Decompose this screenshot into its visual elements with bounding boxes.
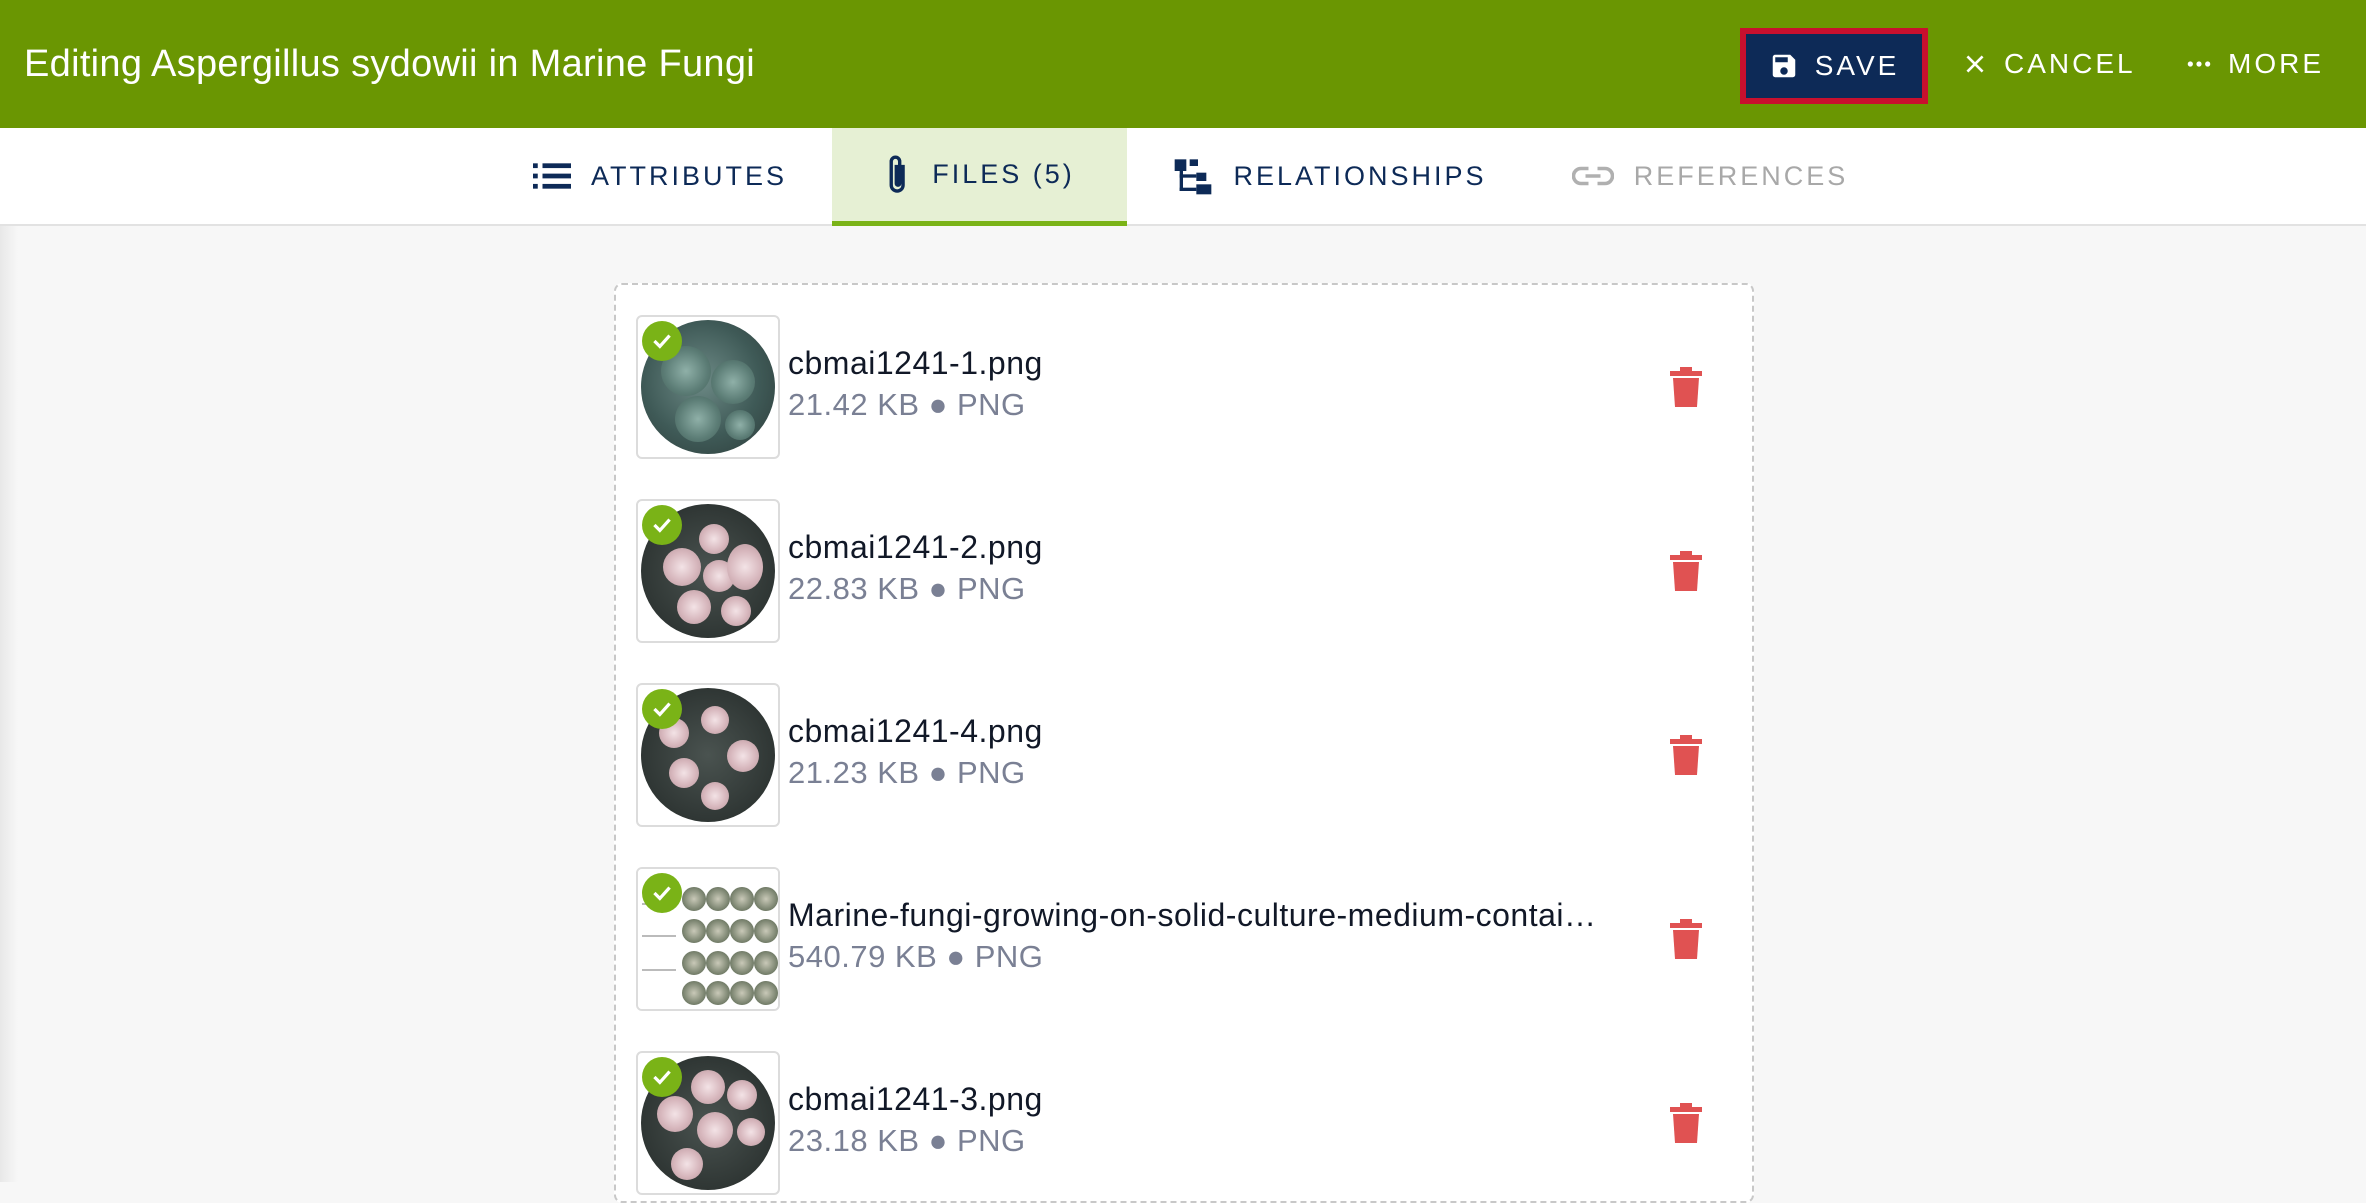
check-circle-icon	[642, 1057, 682, 1097]
delete-button[interactable]	[1666, 1101, 1706, 1145]
file-thumbnail[interactable]	[636, 867, 780, 1011]
file-thumbnail[interactable]	[636, 315, 780, 459]
check-circle-icon	[642, 321, 682, 361]
cancel-label: CANCEL	[2004, 48, 2136, 79]
file-thumbnail[interactable]	[636, 1051, 780, 1195]
tab-attributes[interactable]: ATTRIBUTES	[520, 128, 800, 224]
file-meta: 540.79 KB ● PNG	[788, 939, 1044, 974]
file-row: cbmai1241-2.png 22.83 KB ● PNG	[636, 499, 1736, 645]
cancel-button[interactable]: CANCEL	[1962, 28, 2136, 100]
file-name: cbmai1241-4.png	[788, 713, 1043, 749]
file-meta: 21.23 KB ● PNG	[788, 755, 1026, 790]
file-thumbnail[interactable]	[636, 683, 780, 827]
delete-button[interactable]	[1666, 365, 1706, 409]
check-circle-icon	[642, 505, 682, 545]
check-circle-icon	[642, 689, 682, 729]
more-button[interactable]: MORE	[2186, 28, 2324, 100]
close-icon	[1966, 55, 1984, 73]
tab-label: FILES (5)	[932, 159, 1075, 189]
more-label: MORE	[2228, 48, 2324, 79]
tab-relationships[interactable]: RELATIONSHIPS	[1160, 128, 1500, 224]
top-app-bar: Editing Aspergillus sydowii in Marine Fu…	[0, 0, 2366, 128]
link-icon	[1571, 166, 1614, 186]
tab-label: REFERENCES	[1633, 160, 1849, 191]
delete-button[interactable]	[1666, 917, 1706, 961]
file-list-panel[interactable]: cbmai1241-1.png 21.42 KB ● PNG cbmai1241…	[614, 283, 1754, 1203]
tab-files[interactable]: FILES (5)	[832, 128, 1127, 226]
delete-button[interactable]	[1666, 733, 1706, 777]
tab-references[interactable]: REFERENCES	[1560, 128, 1860, 224]
file-row: cbmai1241-3.png 23.18 KB ● PNG	[636, 1051, 1736, 1197]
file-row: Marine-fungi-growing-on-solid-culture-me…	[636, 867, 1736, 1013]
file-name: cbmai1241-1.png	[788, 345, 1043, 381]
more-dots-icon	[2187, 61, 2211, 67]
delete-button[interactable]	[1666, 549, 1706, 593]
floppy-disk-icon	[1772, 54, 1795, 78]
tab-label: ATTRIBUTES	[590, 160, 787, 191]
file-meta: 21.42 KB ● PNG	[788, 387, 1026, 422]
paperclip-icon	[889, 155, 906, 193]
file-meta: 22.83 KB ● PNG	[788, 571, 1026, 606]
trash-icon	[1670, 735, 1702, 775]
file-name: cbmai1241-2.png	[788, 529, 1043, 565]
trash-icon	[1670, 367, 1702, 407]
file-row: cbmai1241-4.png 21.23 KB ● PNG	[636, 683, 1736, 829]
save-button[interactable]: SAVE	[1740, 28, 1928, 104]
trash-icon	[1670, 919, 1702, 959]
file-name: cbmai1241-3.png	[788, 1081, 1043, 1117]
trash-icon	[1670, 1103, 1702, 1143]
trash-icon	[1670, 551, 1702, 591]
file-thumbnail[interactable]	[636, 499, 780, 643]
hierarchy-icon	[1175, 159, 1212, 195]
file-name: Marine-fungi-growing-on-solid-culture-me…	[788, 897, 1597, 933]
file-row: cbmai1241-1.png 21.42 KB ● PNG	[636, 315, 1736, 461]
tab-label: RELATIONSHIPS	[1233, 160, 1487, 191]
page-title: Editing Aspergillus sydowii in Marine Fu…	[24, 42, 756, 85]
tab-bar: ATTRIBUTES FILES (5) RELATIONSHIPS REFER…	[0, 128, 2366, 226]
file-meta: 23.18 KB ● PNG	[788, 1123, 1026, 1158]
list-icon	[532, 163, 571, 189]
side-shadow	[0, 226, 18, 1182]
check-circle-icon	[642, 873, 682, 913]
save-label: SAVE	[1814, 50, 1900, 81]
